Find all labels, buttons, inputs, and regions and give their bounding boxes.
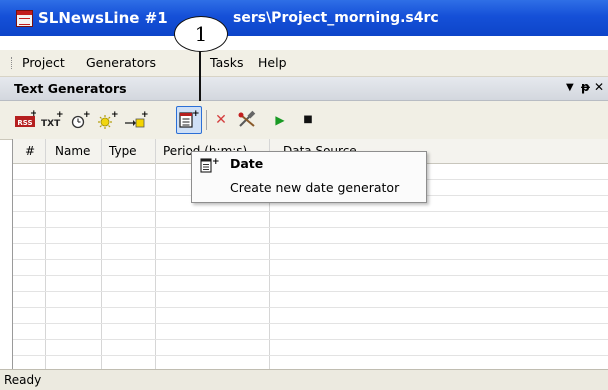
table-row[interactable] <box>13 339 608 340</box>
pin-icon[interactable]: ᵽ <box>581 80 590 94</box>
column-divider <box>101 139 102 369</box>
sun-generator-icon: + <box>98 110 119 129</box>
app-icon <box>16 10 33 27</box>
text-generator-icon: TXT + <box>41 110 64 129</box>
column-header-number[interactable]: # <box>25 144 35 158</box>
clock-generator-icon: + <box>71 110 91 129</box>
svg-text:+: + <box>30 109 36 119</box>
menu-tasks[interactable]: Tasks <box>210 55 244 70</box>
svg-text:TXT: TXT <box>41 119 61 129</box>
app-window: SLNewsLine #1 sers\Project_morning.s4rc … <box>0 0 608 390</box>
table-row[interactable] <box>13 355 608 356</box>
svg-text:RSS: RSS <box>17 119 32 127</box>
rss-generator-icon: RSS + <box>15 109 38 127</box>
table-row[interactable] <box>13 323 608 324</box>
tools-button[interactable] <box>236 108 260 132</box>
delete-icon: ✕ <box>215 112 227 128</box>
clock-generator-button[interactable]: + <box>70 108 92 132</box>
menu-bar: Project Generators Tasks Help <box>0 50 608 77</box>
menu-project[interactable]: Project <box>22 55 65 70</box>
svg-text:+: + <box>56 110 64 120</box>
svg-text:+: + <box>83 110 91 120</box>
title-bar[interactable]: SLNewsLine #1 sers\Project_morning.s4rc <box>0 0 608 36</box>
menu-grip-icon[interactable] <box>11 57 14 69</box>
svg-text:+: + <box>192 109 200 119</box>
svg-text:+: + <box>141 110 149 120</box>
panel-close-icon[interactable]: ✕ <box>594 80 604 94</box>
date-generator-button[interactable]: + <box>176 106 202 134</box>
table-row[interactable] <box>13 211 608 212</box>
window-title: SLNewsLine #1 <box>38 9 168 27</box>
status-text: Ready <box>4 373 42 387</box>
text-generator-button[interactable]: TXT + <box>40 108 66 132</box>
counter-generator-button[interactable]: + <box>124 108 150 132</box>
column-divider <box>155 139 156 369</box>
table-row[interactable] <box>13 291 608 292</box>
menu-help[interactable]: Help <box>258 55 287 70</box>
column-divider <box>45 139 46 369</box>
svg-text:+: + <box>212 157 220 167</box>
column-header-name[interactable]: Name <box>55 144 90 158</box>
table-row[interactable] <box>13 227 608 228</box>
date-generator-icon: + <box>200 157 220 173</box>
callout-line <box>199 51 201 101</box>
delete-button[interactable]: ✕ <box>212 108 230 132</box>
menu-item-title[interactable]: Date <box>230 156 263 171</box>
rss-generator-button[interactable]: RSS + <box>14 108 38 132</box>
stop-button[interactable]: ■ <box>300 108 316 132</box>
date-generator-icon: + <box>179 109 200 128</box>
panel-header: Text Generators ▼ ᵽ ✕ <box>0 77 608 101</box>
table-row[interactable] <box>13 243 608 244</box>
svg-text:+: + <box>111 110 119 120</box>
table-row[interactable] <box>13 275 608 276</box>
table-row[interactable] <box>13 259 608 260</box>
counter-generator-icon: + <box>125 110 149 128</box>
callout-marker: 1 <box>174 16 228 52</box>
stop-icon: ■ <box>303 114 313 125</box>
column-header-type[interactable]: Type <box>109 144 137 158</box>
play-icon: ▶ <box>275 113 285 127</box>
play-button[interactable]: ▶ <box>272 108 288 132</box>
toolbar: RSS + TXT + + + + + ✕ ▶ ■ <box>0 101 608 140</box>
table-row[interactable] <box>13 307 608 308</box>
menu-generators[interactable]: Generators <box>86 55 156 70</box>
sun-generator-button[interactable]: + <box>96 108 120 132</box>
date-generator-menu[interactable]: + Date Create new date generator <box>191 151 427 203</box>
menu-item-description[interactable]: Create new date generator <box>230 180 399 195</box>
toolbar-separator <box>206 110 207 130</box>
tools-icon <box>238 110 256 127</box>
window-title-path: sers\Project_morning.s4rc <box>233 10 439 26</box>
panel-title: Text Generators <box>14 81 127 96</box>
status-bar: Ready <box>0 369 608 390</box>
panel-menu-icon[interactable]: ▼ <box>566 82 574 93</box>
